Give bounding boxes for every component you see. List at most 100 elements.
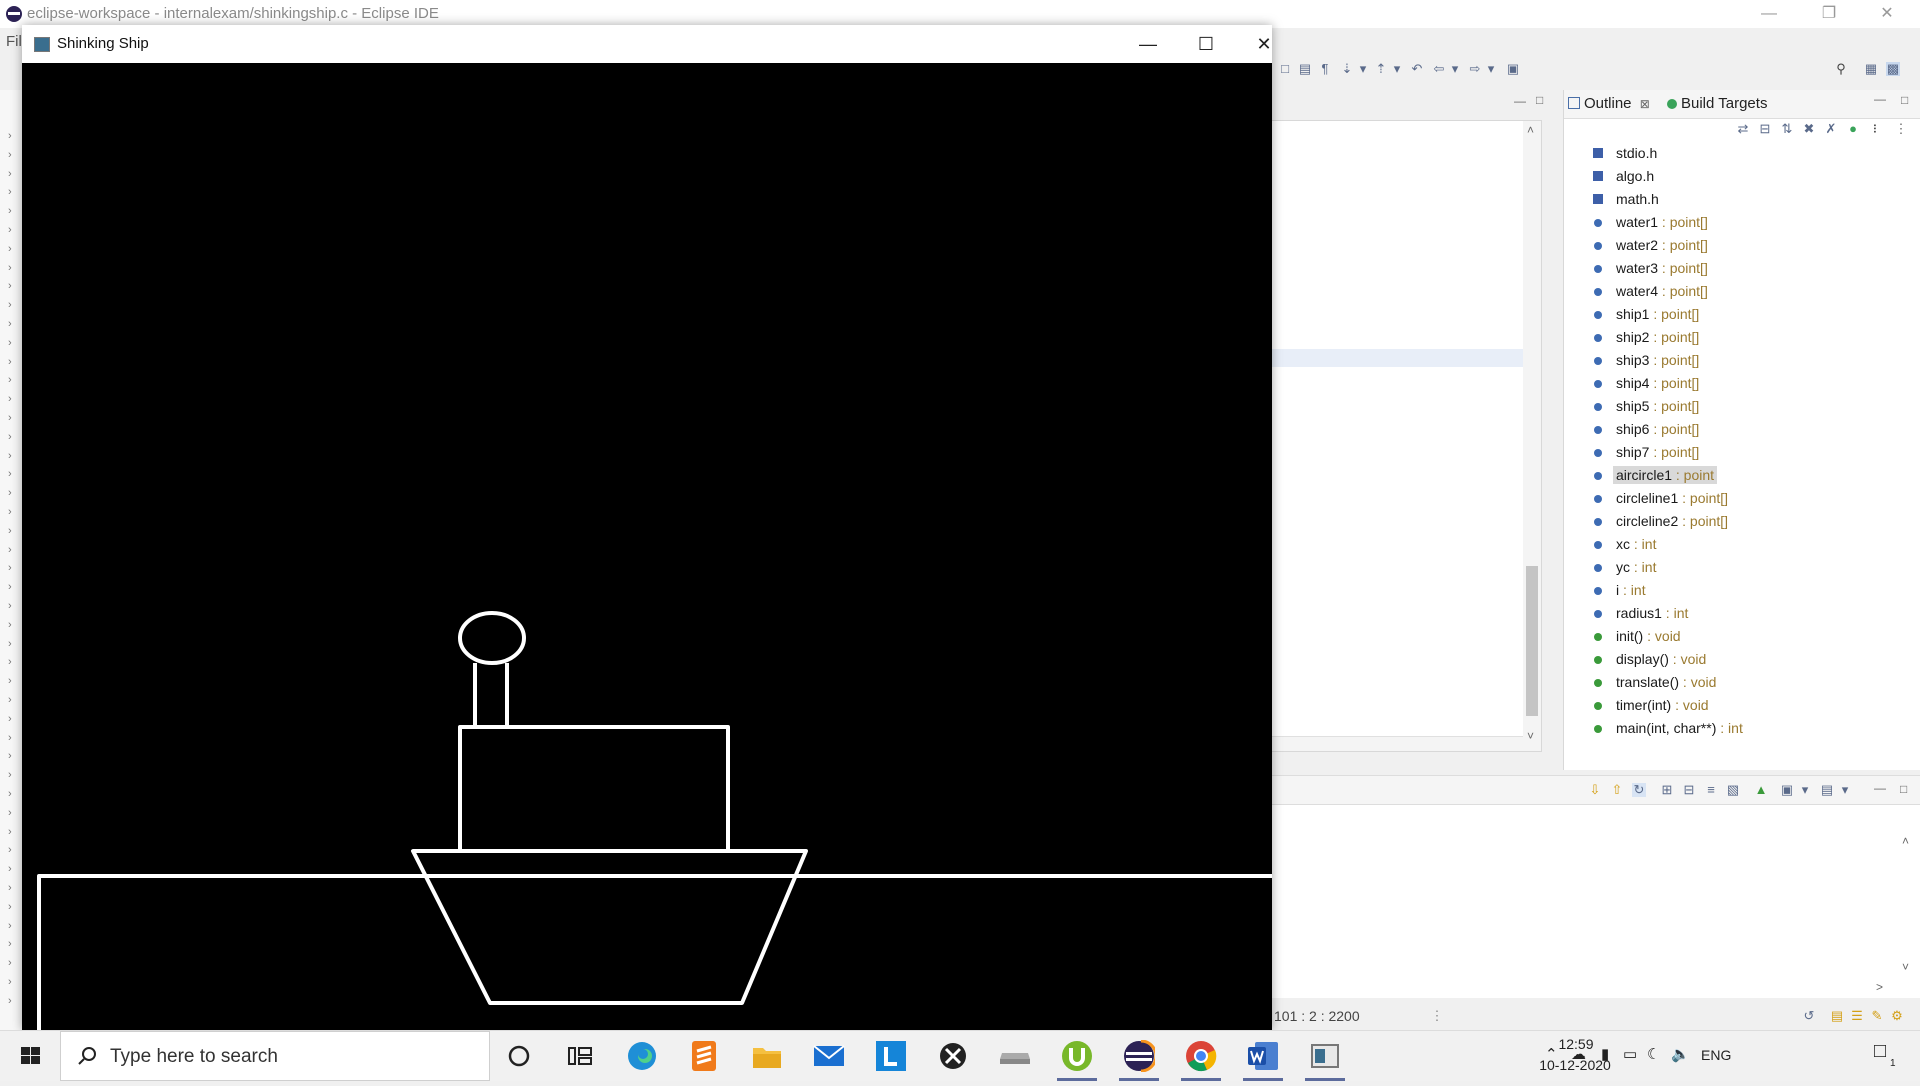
console-scroll-right-icon[interactable]: ˃ (1876, 980, 1883, 994)
forward-icon[interactable]: ⇨ (1468, 62, 1482, 76)
chevron-right-icon[interactable]: › (8, 299, 12, 311)
outline-item[interactable]: math.h (1564, 188, 1920, 211)
chrome-icon[interactable] (1181, 1036, 1221, 1081)
chevron-right-icon[interactable]: › (8, 525, 12, 537)
outline-item[interactable]: ship6 : point[] (1564, 418, 1920, 441)
settings-icon[interactable]: ⚙ (1890, 1009, 1904, 1023)
outline-item[interactable]: aircircle1 : point (1564, 464, 1920, 487)
scroll-up-icon[interactable]: ˄ (1527, 123, 1534, 137)
editor-minimize-icon[interactable]: — (1514, 94, 1526, 108)
chevron-right-icon[interactable]: › (8, 656, 12, 668)
group-includes-icon[interactable]: ⁝ (1868, 122, 1882, 136)
view-menu-icon[interactable]: ⋮ (1894, 122, 1908, 136)
edge-icon[interactable] (622, 1036, 662, 1076)
chevron-right-icon[interactable]: › (8, 976, 12, 988)
outline-item[interactable]: xc : int (1564, 533, 1920, 556)
chevron-right-icon[interactable]: › (8, 224, 12, 236)
progress-icon[interactable]: ↺ (1802, 1009, 1816, 1023)
search-icon[interactable]: ⚲ (1834, 62, 1848, 76)
console-minimize-icon[interactable]: — (1874, 781, 1886, 795)
chevron-down-icon[interactable]: ▾ (1838, 783, 1852, 797)
chevron-right-icon[interactable]: › (8, 619, 12, 631)
editor-vertical-scrollbar[interactable]: ˄ ˅ (1523, 121, 1541, 751)
task-view-icon[interactable] (560, 1036, 600, 1076)
hide-static-icon[interactable]: ✗ (1824, 122, 1838, 136)
chevron-right-icon[interactable]: › (8, 675, 12, 687)
previous-annotation-icon[interactable]: ⇡ (1374, 62, 1388, 76)
chevron-right-icon[interactable]: › (8, 562, 12, 574)
outline-item[interactable]: radius1 : int (1564, 602, 1920, 625)
back-icon[interactable]: ⇦ (1432, 62, 1446, 76)
close-icon[interactable]: ⊠ (1640, 97, 1650, 111)
chevron-right-icon[interactable]: › (8, 168, 12, 180)
sync-icon[interactable]: ⇄ (1736, 122, 1750, 136)
chevron-right-icon[interactable]: › (8, 205, 12, 217)
chevron-right-icon[interactable]: › (8, 638, 12, 650)
link-icon[interactable]: ↻ (1632, 783, 1646, 797)
chevron-right-icon[interactable]: › (8, 412, 12, 424)
volume-icon[interactable]: 🔈 (1671, 1047, 1690, 1063)
chevron-right-icon[interactable]: › (8, 995, 12, 1007)
edit-icon[interactable]: ✎ (1870, 1009, 1884, 1023)
chevron-right-icon[interactable]: › (8, 468, 12, 480)
eclipse-close-button[interactable]: ✕ (1858, 0, 1916, 28)
sublime-text-icon[interactable] (684, 1036, 724, 1076)
chevron-right-icon[interactable]: › (8, 863, 12, 875)
language-indicator[interactable]: ENG (1701, 1047, 1731, 1063)
editor-maximize-icon[interactable]: □ (1536, 93, 1543, 107)
chevron-right-icon[interactable]: › (8, 957, 12, 969)
chevron-right-icon[interactable]: › (8, 149, 12, 161)
chevron-right-icon[interactable]: › (8, 788, 12, 800)
search-box[interactable]: Type here to search (60, 1031, 490, 1081)
mail-icon[interactable] (809, 1036, 849, 1076)
start-button[interactable] (0, 1031, 60, 1081)
chevron-right-icon[interactable]: › (8, 243, 12, 255)
chevron-right-icon[interactable]: › (8, 393, 12, 405)
chevron-right-icon[interactable]: › (8, 356, 12, 368)
menu-file[interactable]: Fil (6, 33, 22, 50)
outline-maximize-icon[interactable]: □ (1901, 93, 1908, 107)
chevron-down-icon[interactable]: ▾ (1356, 62, 1370, 76)
ship-maximize-button[interactable]: ☐ (1177, 25, 1235, 63)
l-app-icon[interactable] (871, 1036, 911, 1076)
chevron-right-icon[interactable]: › (8, 450, 12, 462)
clock-date[interactable]: 10-12-2020 (1535, 1057, 1615, 1073)
chevron-right-icon[interactable]: › (8, 938, 12, 950)
outline-item[interactable]: algo.h (1564, 165, 1920, 188)
clock-time[interactable]: 12:59 (1546, 1036, 1606, 1052)
console-maximize-icon[interactable]: □ (1900, 782, 1907, 796)
chevron-down-icon[interactable]: ▾ (1448, 62, 1462, 76)
outline-item[interactable]: translate() : void (1564, 671, 1920, 694)
pin-icon[interactable]: ▲ (1754, 783, 1768, 797)
outline-item[interactable]: water4 : point[] (1564, 280, 1920, 303)
eclipse-restore-button[interactable]: ❐ (1800, 0, 1858, 28)
chevron-right-icon[interactable]: › (8, 826, 12, 838)
outline-minimize-icon[interactable]: — (1874, 92, 1886, 106)
chevron-right-icon[interactable]: › (8, 186, 12, 198)
console-scroll-up-icon[interactable]: ˄ (1902, 834, 1909, 848)
last-edit-icon[interactable]: ↶ (1410, 62, 1424, 76)
hide-non-public-icon[interactable]: ● (1846, 122, 1860, 136)
chevron-right-icon[interactable]: › (8, 337, 12, 349)
outline-item[interactable]: circleline1 : point[] (1564, 487, 1920, 510)
battery-icon[interactable]: ▭ (1623, 1047, 1637, 1063)
chevron-right-icon[interactable]: › (8, 318, 12, 330)
scroll-down-icon[interactable]: ˅ (1527, 729, 1534, 743)
code-editor[interactable]: ˄ ˅ (1270, 120, 1542, 752)
outline-item[interactable]: ship2 : point[] (1564, 326, 1920, 349)
chevron-right-icon[interactable]: › (8, 374, 12, 386)
chevron-right-icon[interactable]: › (8, 487, 12, 499)
chevron-down-icon[interactable]: ▾ (1484, 62, 1498, 76)
outline-item[interactable]: water2 : point[] (1564, 234, 1920, 257)
chevron-right-icon[interactable]: › (8, 732, 12, 744)
xbox-icon[interactable] (933, 1036, 973, 1076)
outline-item[interactable]: timer(int) : void (1564, 694, 1920, 717)
outline-item[interactable]: circleline2 : point[] (1564, 510, 1920, 533)
hide-fields-icon[interactable]: ✖ (1802, 122, 1816, 136)
word-icon[interactable] (1243, 1036, 1283, 1081)
outline-item[interactable]: stdio.h (1564, 142, 1920, 165)
chevron-right-icon[interactable]: › (8, 431, 12, 443)
chevron-right-icon[interactable]: › (8, 544, 12, 556)
outline-item[interactable]: yc : int (1564, 556, 1920, 579)
chevron-right-icon[interactable]: › (8, 769, 12, 781)
